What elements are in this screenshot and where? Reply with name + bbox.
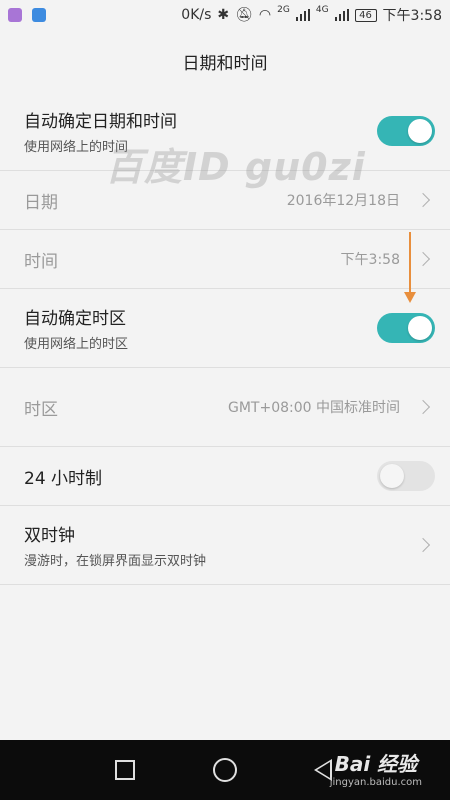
setting-subtitle: 漫游时，在锁屏界面显示双时钟 — [24, 554, 207, 569]
notification-icons — [8, 8, 46, 22]
arrow-down-icon — [404, 292, 416, 303]
setting-title: 双时钟 — [24, 526, 75, 546]
home-button[interactable] — [213, 758, 237, 782]
recents-button[interactable] — [115, 760, 135, 780]
setting-24-hour[interactable]: 24 小时制 — [0, 447, 450, 506]
setting-time[interactable]: 时间 下午3:58 — [0, 230, 450, 289]
setting-auto-timezone[interactable]: 自动确定时区 使用网络上的时区 — [0, 289, 450, 368]
setting-title: 24 小时制 — [24, 468, 103, 489]
brand-url: jingyan.baidu.com — [329, 777, 422, 788]
chevron-right-icon — [415, 192, 431, 208]
setting-subtitle: 使用网络上的时间 — [24, 140, 129, 155]
status-bar: 0K/s ✱ 🔕︎ ◠ 2G 4G 46 下午3:58 — [0, 0, 450, 30]
date-value: 2016年12月18日 — [286, 193, 400, 209]
auto-timezone-toggle[interactable] — [377, 313, 435, 343]
toggle-knob — [380, 464, 404, 488]
setting-title: 自动确定日期和时间 — [24, 112, 177, 132]
baidu-jingyan-logo: Bai 经验 jingyan.baidu.com — [330, 748, 422, 788]
setting-subtitle: 使用网络上的时区 — [24, 337, 129, 352]
chevron-right-icon — [415, 251, 431, 267]
setting-title: 自动确定时区 — [24, 309, 126, 329]
network-4g-label: 4G — [315, 4, 329, 15]
setting-auto-datetime[interactable]: 自动确定日期和时间 使用网络上的时间 — [0, 92, 450, 171]
toggle-knob — [408, 119, 432, 143]
auto-datetime-toggle[interactable] — [377, 116, 435, 146]
gallery-app-icon — [8, 8, 22, 22]
signal-icon — [295, 9, 310, 21]
setting-timezone[interactable]: 时区 GMT+08:00 中国标准时间 — [0, 368, 450, 447]
chevron-right-icon — [415, 399, 431, 415]
settings-list: 自动确定日期和时间 使用网络上的时间 日期 2016年12月18日 时间 下午3… — [0, 92, 450, 585]
timezone-value: GMT+08:00 中国标准时间 — [227, 400, 400, 416]
chevron-right-icon — [415, 537, 431, 553]
system-indicators: 0K/s ✱ 🔕︎ ◠ 2G 4G 46 下午3:58 — [181, 5, 442, 25]
time-value: 下午3:58 — [340, 252, 400, 268]
setting-title: 时间 — [24, 251, 58, 272]
setting-title: 时区 — [24, 399, 58, 420]
setting-date[interactable]: 日期 2016年12月18日 — [0, 171, 450, 230]
battery-icon: 46 — [354, 8, 377, 22]
mute-icon: 🔕︎ — [235, 7, 253, 23]
24-hour-toggle[interactable] — [377, 461, 435, 491]
status-time: 下午3:58 — [382, 8, 442, 24]
setting-title: 日期 — [24, 192, 58, 213]
page-title: 日期和时间 — [182, 53, 268, 74]
annotation-arrow — [409, 232, 411, 294]
wifi-icon: ◠ — [258, 7, 272, 23]
bluetooth-icon: ✱ — [217, 7, 230, 23]
signal-icon — [334, 9, 349, 21]
network-2g-label: 2G — [277, 4, 290, 15]
phone-manager-icon — [32, 8, 46, 22]
network-speed: 0K/s — [181, 7, 212, 23]
toggle-knob — [408, 316, 432, 340]
setting-dual-clock[interactable]: 双时钟 漫游时，在锁屏界面显示双时钟 — [0, 506, 450, 585]
brand-logo: Bai 经验 — [334, 752, 418, 776]
